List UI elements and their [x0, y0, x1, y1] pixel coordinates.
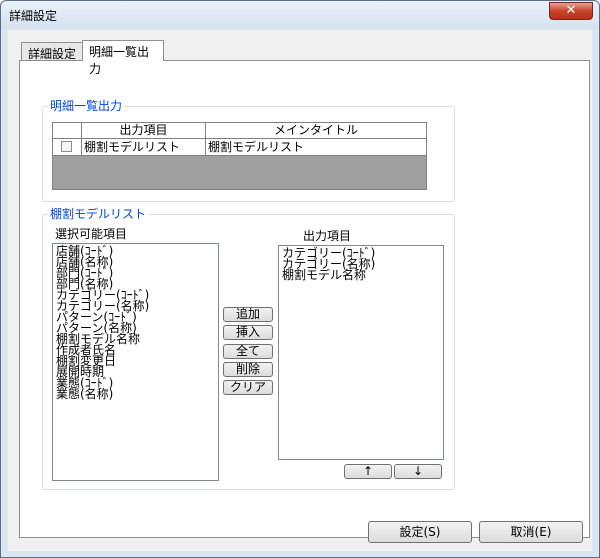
grid-header: 出力項目 メインタイトル — [53, 123, 427, 139]
output-items-label: 出力項目 — [303, 229, 352, 243]
cancel-button[interactable]: 取消(E) — [479, 521, 583, 543]
ok-button[interactable]: 設定(S) — [368, 521, 472, 543]
window-title: 詳細設定 — [9, 9, 58, 23]
move-up-button[interactable]: ↑ — [344, 464, 392, 479]
client-area: 詳細設定 明細一覧出力 明細一覧出力 出力項目 メインタイトル 棚割モデルリスト… — [8, 30, 592, 551]
grid-cell-title[interactable]: 棚割モデルリスト — [206, 139, 427, 156]
grid-checkbox-cell — [53, 139, 82, 156]
select-all-button[interactable]: 全て — [223, 344, 273, 359]
output-grid: 出力項目 メインタイトル 棚割モデルリスト 棚割モデルリスト — [52, 122, 427, 190]
available-items-label: 選択可能項目 — [55, 227, 128, 241]
delete-button[interactable]: 削除 — [223, 362, 273, 377]
move-down-button[interactable]: ↓ — [394, 464, 442, 479]
title-bar: 詳細設定 ✕ — [1, 1, 599, 29]
list-item[interactable]: 業態(名称) — [56, 388, 215, 400]
grid-row: 棚割モデルリスト 棚割モデルリスト — [53, 139, 427, 156]
row-checkbox[interactable] — [61, 141, 72, 152]
dialog-window: 詳細設定 ✕ 詳細設定 明細一覧出力 明細一覧出力 出力項目 メインタイトル 棚… — [0, 0, 600, 558]
detail-list-output-group: 明細一覧出力 出力項目 メインタイトル 棚割モデルリスト 棚割モデルリスト — [42, 99, 455, 202]
group-title-shelf-model: 棚割モデルリスト — [48, 207, 149, 221]
output-items-list[interactable]: カテゴリー(ｺｰﾄﾞ) カテゴリー(名称) 棚割モデル名称 — [278, 245, 444, 460]
tab-panel: 明細一覧出力 出力項目 メインタイトル 棚割モデルリスト 棚割モデルリスト 棚割… — [19, 60, 590, 538]
tab-detail-list-output[interactable]: 明細一覧出力 — [82, 40, 164, 76]
list-item[interactable]: 棚割モデル名称 — [282, 269, 440, 281]
group-title-detail-output: 明細一覧出力 — [48, 99, 125, 113]
add-button[interactable]: 追加 — [223, 307, 273, 322]
close-button[interactable]: ✕ — [549, 2, 593, 20]
clear-button[interactable]: クリア — [223, 380, 273, 395]
grid-header-output-item: 出力項目 — [82, 123, 206, 139]
grid-header-corner — [53, 123, 82, 139]
available-items-list[interactable]: 店舗(ｺｰﾄﾞ) 店舗(名称) 部門(ｺｰﾄﾞ) 部門(名称) カテゴリー(ｺｰ… — [52, 243, 219, 481]
grid-header-main-title: メインタイトル — [206, 123, 427, 139]
grid-cell-item[interactable]: 棚割モデルリスト — [82, 139, 206, 156]
shelf-model-list-group: 棚割モデルリスト 選択可能項目 出力項目 店舗(ｺｰﾄﾞ) 店舗(名称) 部門(… — [42, 207, 455, 490]
insert-button[interactable]: 挿入 — [223, 325, 273, 340]
tab-detail-settings[interactable]: 詳細設定 — [21, 42, 83, 61]
